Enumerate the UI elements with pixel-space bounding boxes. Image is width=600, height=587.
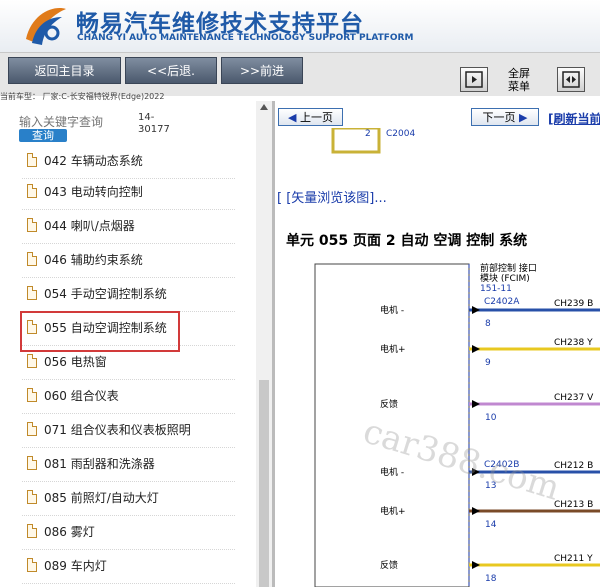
scrollbar-thumb[interactable] bbox=[259, 380, 269, 587]
circuit-label: CH211 Y bbox=[554, 554, 593, 564]
module-ref: 151-11 bbox=[480, 284, 512, 294]
top-connector-pin: 2 bbox=[365, 129, 371, 139]
system-item[interactable]: 054 手动空调控制系统 bbox=[22, 278, 235, 312]
module-name-line1: 前部控制 接口 bbox=[480, 262, 537, 274]
system-item[interactable]: 046 辅助约束系统 bbox=[22, 244, 235, 278]
pin-number: 18 bbox=[485, 574, 497, 584]
selected-item-highlight bbox=[20, 311, 180, 352]
system-item-label: 085 前照灯/自动大灯 bbox=[44, 491, 159, 505]
header: 畅易汽车维修技术支持平台 CHANG YI AUTO MAINTENANCE T… bbox=[0, 0, 600, 52]
search-button[interactable]: 查询 bbox=[19, 129, 67, 142]
system-item[interactable]: 060 组合仪表 bbox=[22, 380, 235, 414]
document-icon bbox=[27, 388, 37, 402]
menu-label-line2: 菜单 bbox=[508, 80, 530, 93]
system-item-label: 071 组合仪表和仪表板照明 bbox=[44, 423, 191, 437]
pin-number: 9 bbox=[485, 358, 491, 368]
system-item[interactable]: 086 雾灯 bbox=[22, 516, 235, 550]
circuit-label: CH213 B bbox=[554, 500, 593, 510]
pin-arrow-icon bbox=[472, 507, 480, 515]
top-connector-name: C2004 bbox=[386, 129, 415, 139]
pin-number: 10 bbox=[485, 413, 497, 423]
pin-number: 14 bbox=[485, 520, 497, 530]
vehicle-id-line2: 30177 bbox=[138, 124, 170, 135]
prev-page-button[interactable]: ◀ 上一页 bbox=[278, 108, 343, 126]
system-item[interactable]: 089 车内灯 bbox=[22, 550, 235, 584]
refresh-current-link[interactable]: [刷新当前 bbox=[548, 110, 600, 127]
site-subtitle: CHANG YI AUTO MAINTENANCE TECHNOLOGY SUP… bbox=[77, 33, 414, 43]
next-page-label: 下一页 bbox=[482, 111, 516, 124]
document-icon bbox=[27, 490, 37, 504]
pin-function-label: 电机 - bbox=[380, 304, 404, 316]
back-to-main-button[interactable]: 返回主目录 bbox=[8, 57, 121, 84]
back-button[interactable]: <<后退. bbox=[125, 57, 217, 84]
system-item-label: 042 车辆动态系统 bbox=[44, 154, 143, 168]
system-item-label: 054 手动空调控制系统 bbox=[44, 287, 167, 301]
system-item-label: 060 组合仪表 bbox=[44, 389, 119, 403]
pin-function-label: 反馈 bbox=[380, 398, 398, 410]
toolbar: 返回主目录 <<后退. >>前进 全屏 菜单 bbox=[0, 52, 600, 96]
system-item[interactable]: 081 雨刮器和洗涤器 bbox=[22, 448, 235, 482]
document-icon bbox=[27, 184, 37, 198]
logo-icon bbox=[26, 8, 66, 45]
menu-label-line1: 全屏 bbox=[508, 67, 530, 80]
circuit-label: CH238 Y bbox=[554, 338, 593, 348]
system-item-label: 081 雨刮器和洗涤器 bbox=[44, 457, 155, 471]
circuit-label: CH239 B bbox=[554, 299, 593, 309]
connector-a-label: C2402A bbox=[484, 297, 520, 307]
system-item-label: 089 车内灯 bbox=[44, 559, 107, 573]
fullscreen-button[interactable] bbox=[460, 67, 488, 92]
next-page-button[interactable]: 下一页 ▶ bbox=[471, 108, 539, 126]
menu-toggle-icon bbox=[562, 71, 580, 88]
document-icon bbox=[27, 456, 37, 470]
prev-page-label: 上一页 bbox=[299, 111, 333, 124]
top-connector-box bbox=[331, 128, 381, 154]
document-icon bbox=[27, 153, 37, 167]
system-item[interactable]: 042 车辆动态系统 bbox=[22, 145, 235, 179]
system-item[interactable]: 043 电动转向控制 bbox=[22, 176, 235, 210]
system-item-label: 086 雾灯 bbox=[44, 525, 95, 539]
pin-arrow-icon bbox=[472, 400, 480, 408]
next-arrow-icon: ▶ bbox=[519, 111, 528, 124]
module-name-line2: 模块 (FCIM) bbox=[480, 272, 530, 284]
document-icon bbox=[27, 422, 37, 436]
document-icon bbox=[27, 558, 37, 572]
document-icon bbox=[27, 354, 37, 368]
system-item-label: 044 喇叭/点烟器 bbox=[44, 219, 135, 233]
system-item-label: 043 电动转向控制 bbox=[44, 185, 143, 199]
pin-function-label: 反馈 bbox=[380, 559, 398, 571]
scroll-up-arrow-icon[interactable] bbox=[260, 104, 268, 110]
prev-arrow-icon: ◀ bbox=[288, 111, 297, 124]
pin-arrow-icon bbox=[472, 345, 480, 353]
circuit-label: CH237 V bbox=[554, 393, 594, 403]
system-item[interactable]: 085 前照灯/自动大灯 bbox=[22, 482, 235, 516]
forward-button[interactable]: >>前进 bbox=[221, 57, 303, 84]
pin-arrow-icon bbox=[472, 306, 480, 314]
fullscreen-icon bbox=[465, 71, 483, 88]
vector-view-link[interactable]: [ [矢量浏览该图]... bbox=[277, 187, 387, 206]
document-icon bbox=[27, 218, 37, 232]
pin-arrow-icon bbox=[472, 561, 480, 569]
section-title: 单元 055 页面 2 自动 空调 控制 系统 bbox=[286, 233, 528, 249]
pin-function-label: 电机+ bbox=[380, 343, 406, 355]
pin-function-label: 电机 - bbox=[380, 466, 404, 478]
system-item[interactable]: 044 喇叭/点烟器 bbox=[22, 210, 235, 244]
document-icon bbox=[27, 524, 37, 538]
system-item-label: 046 辅助约束系统 bbox=[44, 253, 143, 267]
pin-function-label: 电机+ bbox=[380, 505, 406, 517]
vehicle-id-line1: 14- bbox=[138, 112, 155, 123]
fullscreen-menu-label: 全屏 菜单 bbox=[505, 67, 533, 93]
menu-toggle-button[interactable] bbox=[557, 67, 585, 92]
search-input[interactable] bbox=[19, 114, 113, 130]
pin-number: 8 bbox=[485, 319, 491, 329]
document-icon bbox=[27, 286, 37, 300]
document-icon bbox=[27, 252, 37, 266]
system-item[interactable]: 071 组合仪表和仪表板照明 bbox=[22, 414, 235, 448]
system-item-label: 056 电热窗 bbox=[44, 355, 107, 369]
